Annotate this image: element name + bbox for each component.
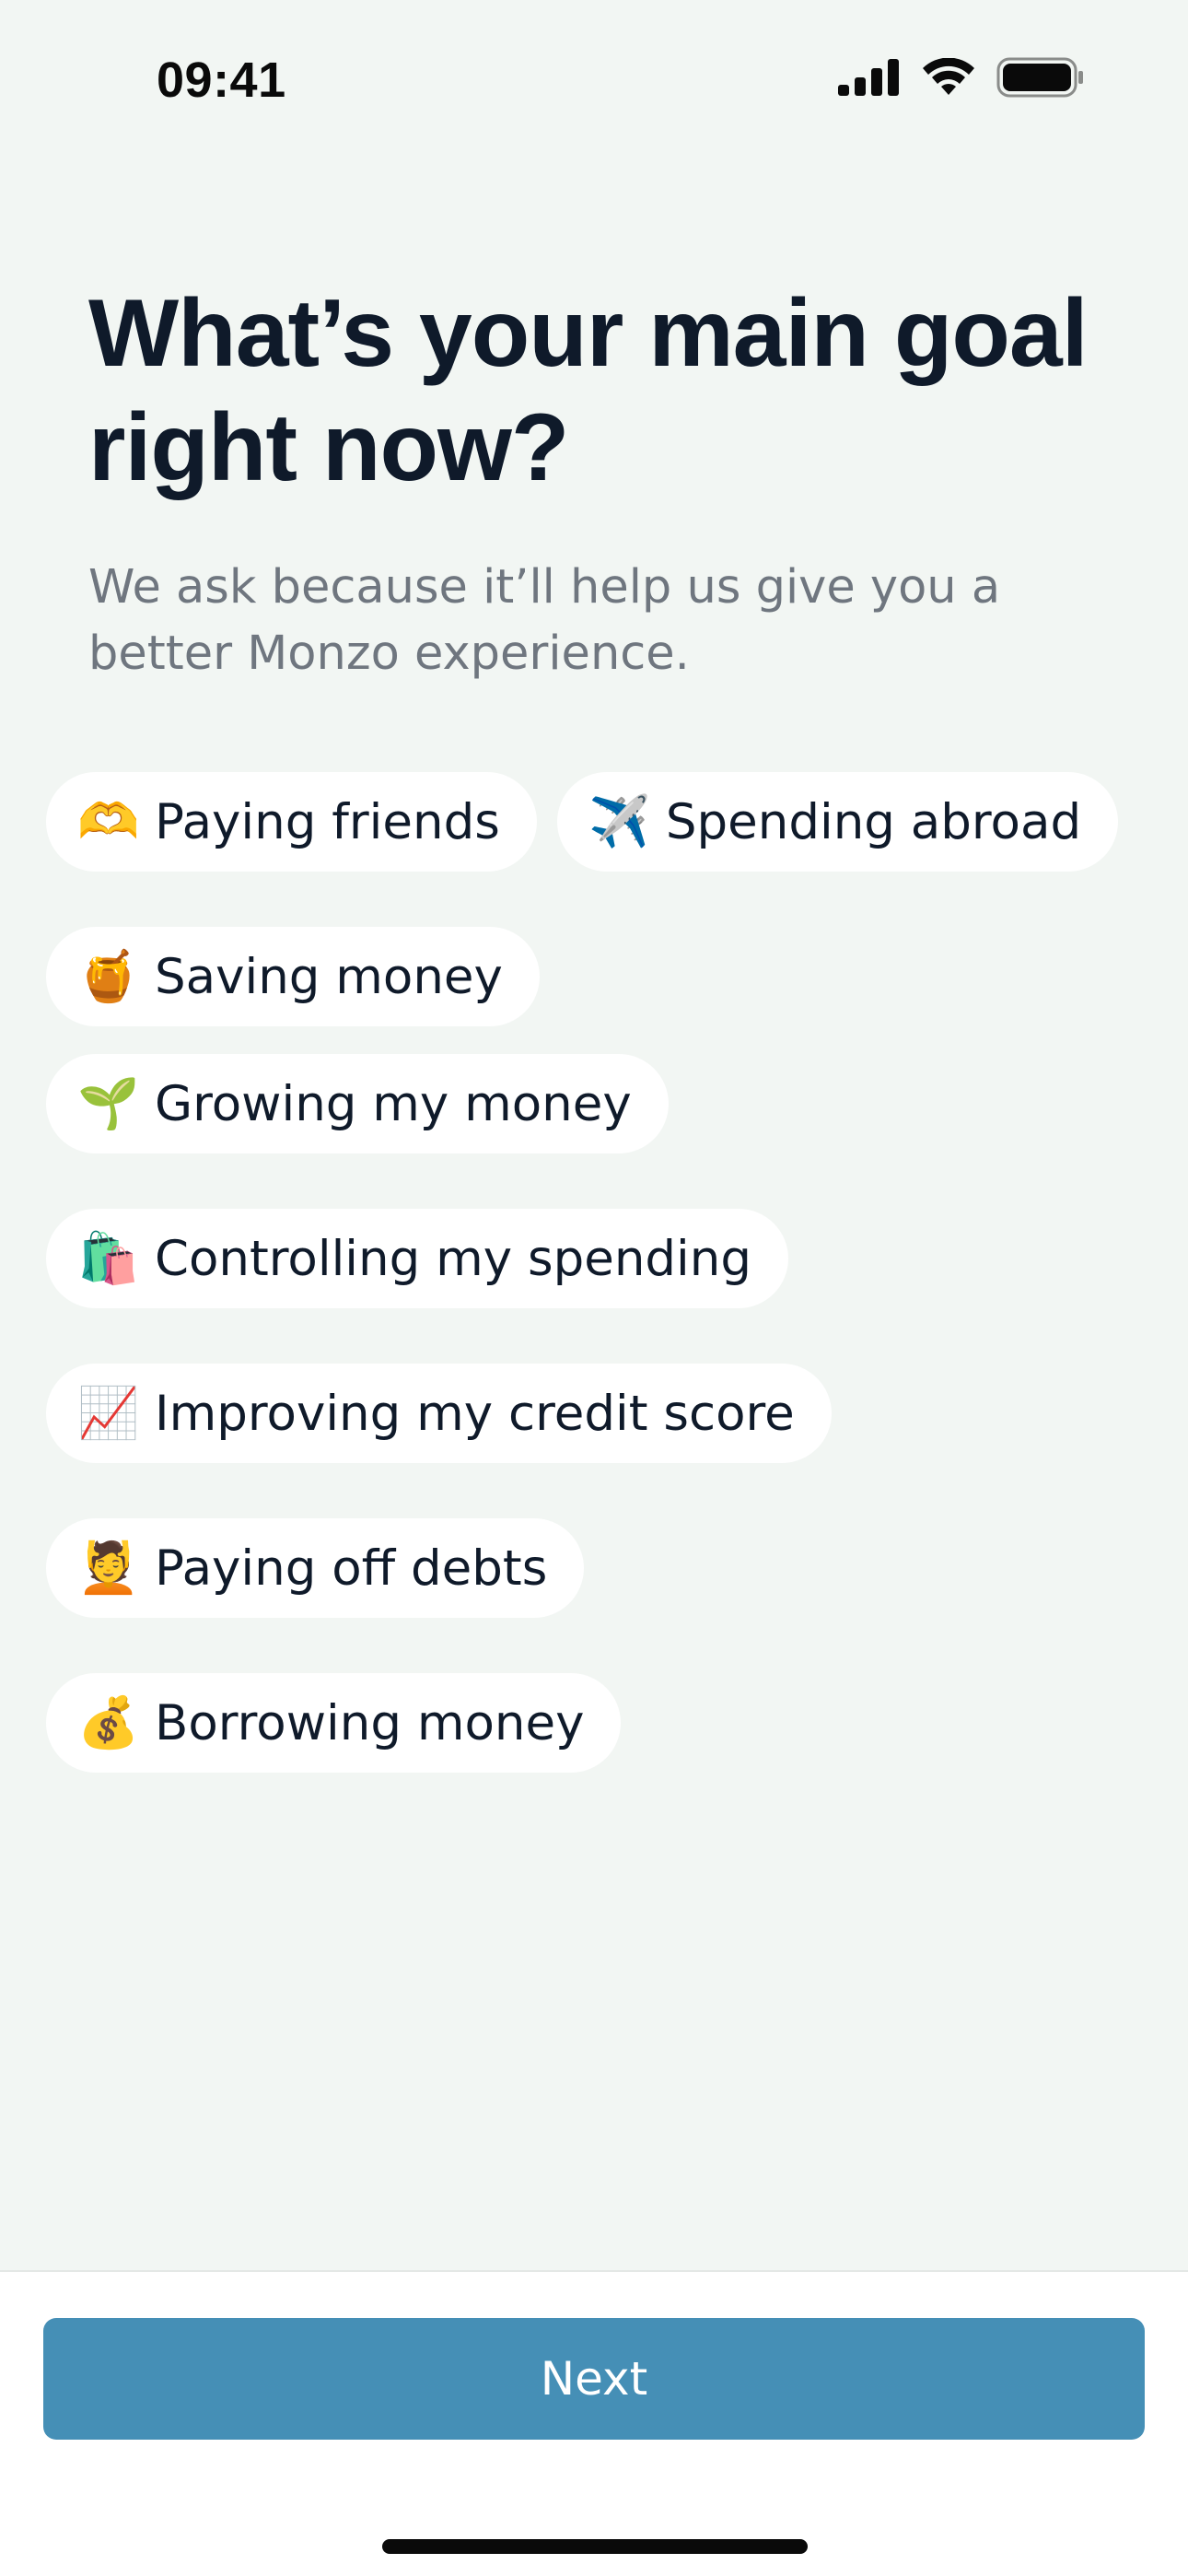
shopping-bags-icon: 🛍️ (77, 1229, 140, 1287)
next-button[interactable]: Next (43, 2318, 1145, 2440)
goal-options: 🫶 Paying friends ✈️ Spending abroad 🍯 Sa… (46, 772, 1151, 1773)
bottom-action-bar: Next (0, 2270, 1188, 2576)
goal-chip-growing-my-money[interactable]: 🌱 Growing my money (46, 1054, 669, 1153)
goal-chip-improving-credit-score[interactable]: 📈 Improving my credit score (46, 1364, 832, 1463)
goal-chip-controlling-my-spending[interactable]: 🛍️ Controlling my spending (46, 1209, 789, 1308)
seedling-icon: 🌱 (77, 1074, 140, 1132)
goal-chip-label: Saving money (155, 948, 503, 1005)
goal-chip-paying-friends[interactable]: 🫶 Paying friends (46, 772, 537, 872)
goal-chip-label: Spending abroad (665, 793, 1082, 850)
relieved-person-icon: 💆 (77, 1539, 140, 1597)
home-indicator[interactable] (382, 2539, 808, 2554)
goal-chip-label: Improving my credit score (155, 1385, 795, 1442)
battery-icon (996, 57, 1085, 101)
status-icons (838, 57, 1085, 101)
goal-chip-label: Growing my money (155, 1075, 632, 1132)
wifi-icon (921, 57, 976, 100)
page-subtitle: We ask because it’ll help us give you a … (88, 560, 1001, 681)
goal-chip-paying-off-debts[interactable]: 💆 Paying off debts (46, 1518, 585, 1618)
goal-chip-label: Borrowing money (155, 1694, 585, 1751)
goal-chip-label: Controlling my spending (155, 1230, 752, 1287)
goal-chip-label: Paying friends (155, 793, 500, 850)
money-bag-icon: 💰 (77, 1693, 140, 1751)
status-time: 09:41 (157, 53, 286, 108)
airplane-icon: ✈️ (588, 792, 651, 850)
goal-chip-saving-money[interactable]: 🍯 Saving money (46, 927, 540, 1026)
goal-chip-label: Paying off debts (155, 1540, 548, 1597)
goal-chip-borrowing-money[interactable]: 💰 Borrowing money (46, 1673, 622, 1773)
page-title: What’s your main goal right now? (88, 280, 1089, 501)
cellular-signal-icon (838, 59, 901, 100)
status-bar: 09:41 (0, 0, 1188, 166)
honey-pot-icon: 🍯 (77, 947, 140, 1005)
chart-increasing-icon: 📈 (77, 1384, 140, 1442)
heart-hands-icon: 🫶 (77, 792, 140, 850)
goal-chip-spending-abroad[interactable]: ✈️ Spending abroad (556, 772, 1119, 872)
